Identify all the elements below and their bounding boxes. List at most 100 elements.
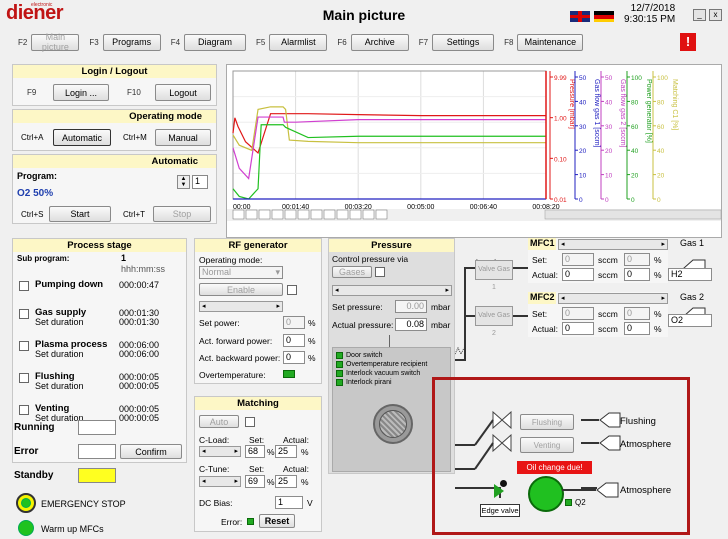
logout-button[interactable]: Logout [155,84,211,101]
cload-set-field[interactable]: 68 [245,445,265,458]
confirm-button[interactable]: Confirm [120,444,182,459]
gas1-label: Gas 1 [680,238,705,248]
edge-valve-button[interactable]: Edge valve [480,504,520,517]
venting-button[interactable]: Venting [520,437,574,453]
function-key-bar: F2 Main picture F3 Programs F4 Diagram F5 Alarm… [14,32,589,52]
right-arrow-icon: ▸ [234,448,238,455]
stage-set-time: 000:01:30 [119,317,160,327]
chart-tool-icon[interactable] [297,209,310,220]
fkey-f6: F6 [337,37,347,47]
rf-mode-select[interactable]: Normal ▾ [199,266,283,279]
fkey-button-settings[interactable]: Settings [432,33,495,51]
stage-checkbox[interactable] [19,281,29,291]
stage-checkbox[interactable] [19,309,29,319]
fkey-button-alarmlist[interactable]: Alarmlist [269,33,328,51]
mfc2-slider[interactable]: ◂ ▸ [558,293,668,304]
actual-pressure-label: Actual pressure: [332,320,394,330]
set-power-field[interactable]: 0 [283,316,305,329]
chart-tool-icon[interactable] [323,209,336,220]
login-button[interactable]: Login ... [53,84,109,101]
chart-tool-icon[interactable] [362,209,375,220]
mfc2-actual-pct-field: 0 [624,322,650,335]
gases-button[interactable]: Gases [332,266,372,278]
chart-tool-icon[interactable] [258,209,271,220]
flushing-button[interactable]: Flushing [520,414,574,430]
process-chart[interactable]: 00:00 00:01:40 00:03:20 00:05:00 00:06:40 00:… [227,65,722,237]
right-arrow-icon: ▸ [445,287,449,294]
automatic-button[interactable]: Automatic [53,129,111,146]
vacuum-pump-icon[interactable] [528,476,564,512]
axis-tick-label: 40 [605,99,613,106]
program-number[interactable]: 1 [192,175,208,189]
axis-tick-label: 60 [631,124,639,131]
mfc2-set-field[interactable]: 0 [562,307,594,320]
uk-flag-icon[interactable] [570,11,590,22]
mfc2-pct-field[interactable]: 0 [624,307,650,320]
mfc1-set-field[interactable]: 0 [562,253,594,266]
chart-tool-icon[interactable] [271,209,284,220]
minimize-button[interactable]: _ [693,9,706,21]
chart-tool-icon[interactable] [336,209,349,220]
valve-gas1-button[interactable]: Valve Gas 1 [475,260,513,291]
set-pressure-field[interactable]: 0.00 [395,300,427,313]
left-arrow-icon: ◂ [335,287,339,294]
mfc2-pct-unit: % [654,309,662,319]
chart-tool-icon[interactable] [375,209,388,220]
auto-matching-checkbox[interactable] [245,417,255,427]
left-arrow-icon: ◂ [561,241,565,248]
control-pressure-label: Control pressure via [332,254,409,264]
unit-percent: % [308,336,316,346]
matching-reset-button[interactable]: Reset [259,514,295,528]
chart-tool-icon[interactable] [245,209,258,220]
valve-gas2-button[interactable]: Valve Gas 2 [475,306,513,337]
ctune-slider[interactable]: ◂ ▸ [199,476,241,487]
pressure-slider[interactable]: ◂ ▸ [332,285,452,296]
start-button[interactable]: Start [49,206,111,222]
chart-tool-icon[interactable] [310,209,323,220]
axis-title: Gas flow gas 1 [sccm] [593,79,600,148]
opmode-title: Operating mode [13,110,216,123]
fkey-button-diagram[interactable]: Diagram [184,33,247,51]
actual-pressure-field: 0.08 [395,318,427,331]
mfc1-slider[interactable]: ◂ ▸ [558,239,668,250]
ctune-actual-field: 25 [275,475,297,488]
stage-checkbox[interactable] [19,405,29,415]
stop-button[interactable]: Stop [153,206,211,222]
fkey-button-maintenance[interactable]: Maintenance [517,33,584,51]
chart-tool-icon[interactable] [232,209,245,220]
pressure-title: Pressure [329,239,454,252]
gases-checkbox[interactable] [375,267,385,277]
alarm-indicator-icon[interactable]: ! [680,33,696,51]
fkey-button-programs[interactable]: Programs [102,33,161,51]
stage-checkbox[interactable] [19,341,29,351]
chart-tool-icon[interactable] [284,209,297,220]
rf-enable-checkbox[interactable] [287,285,297,295]
auto-matching-button[interactable]: Auto [199,415,239,428]
axis-tick-label: 30 [605,124,613,131]
mfc1-pct-field[interactable]: 0 [624,253,650,266]
axis-tick-label: 0.01 [554,197,567,204]
mfc1-panel: MFC1 ◂ ▸ Set: 0 sccm 0 % Actual: 0 sccm 0… [528,238,668,283]
fkey-button-main-picture[interactable]: Main picture [31,32,80,52]
program-name: O2 50% [17,188,54,199]
overtemp-label: Overtemperature: [199,370,266,380]
ctune-set-field[interactable]: 69 [245,475,265,488]
cload-actual-label: Actual: [283,435,309,445]
set-power-label: Set power: [199,318,240,328]
interlock-item: Overtemperature recipient [336,361,427,368]
ctune-set-label: Set: [249,464,265,474]
stage-checkbox[interactable] [19,373,29,383]
close-button[interactable]: x [709,9,722,21]
cload-slider[interactable]: ◂ ▸ [199,446,241,457]
fkey-button-archive[interactable]: Archive [350,33,409,51]
gas2-name-field[interactable]: O2 [668,314,712,327]
program-spinner[interactable]: ▲ ▼ [177,175,190,189]
german-flag-icon[interactable] [594,11,614,22]
chart-tool-icon[interactable] [349,209,362,220]
mfc2-unit: sccm [598,309,618,319]
manual-button[interactable]: Manual [155,129,211,146]
rf-enable-button[interactable]: Enable [199,283,283,296]
rf-power-slider[interactable]: ◂ ▸ [199,301,283,312]
gas1-name-field[interactable]: H2 [668,268,712,281]
cload-set-label: Set: [249,435,265,445]
